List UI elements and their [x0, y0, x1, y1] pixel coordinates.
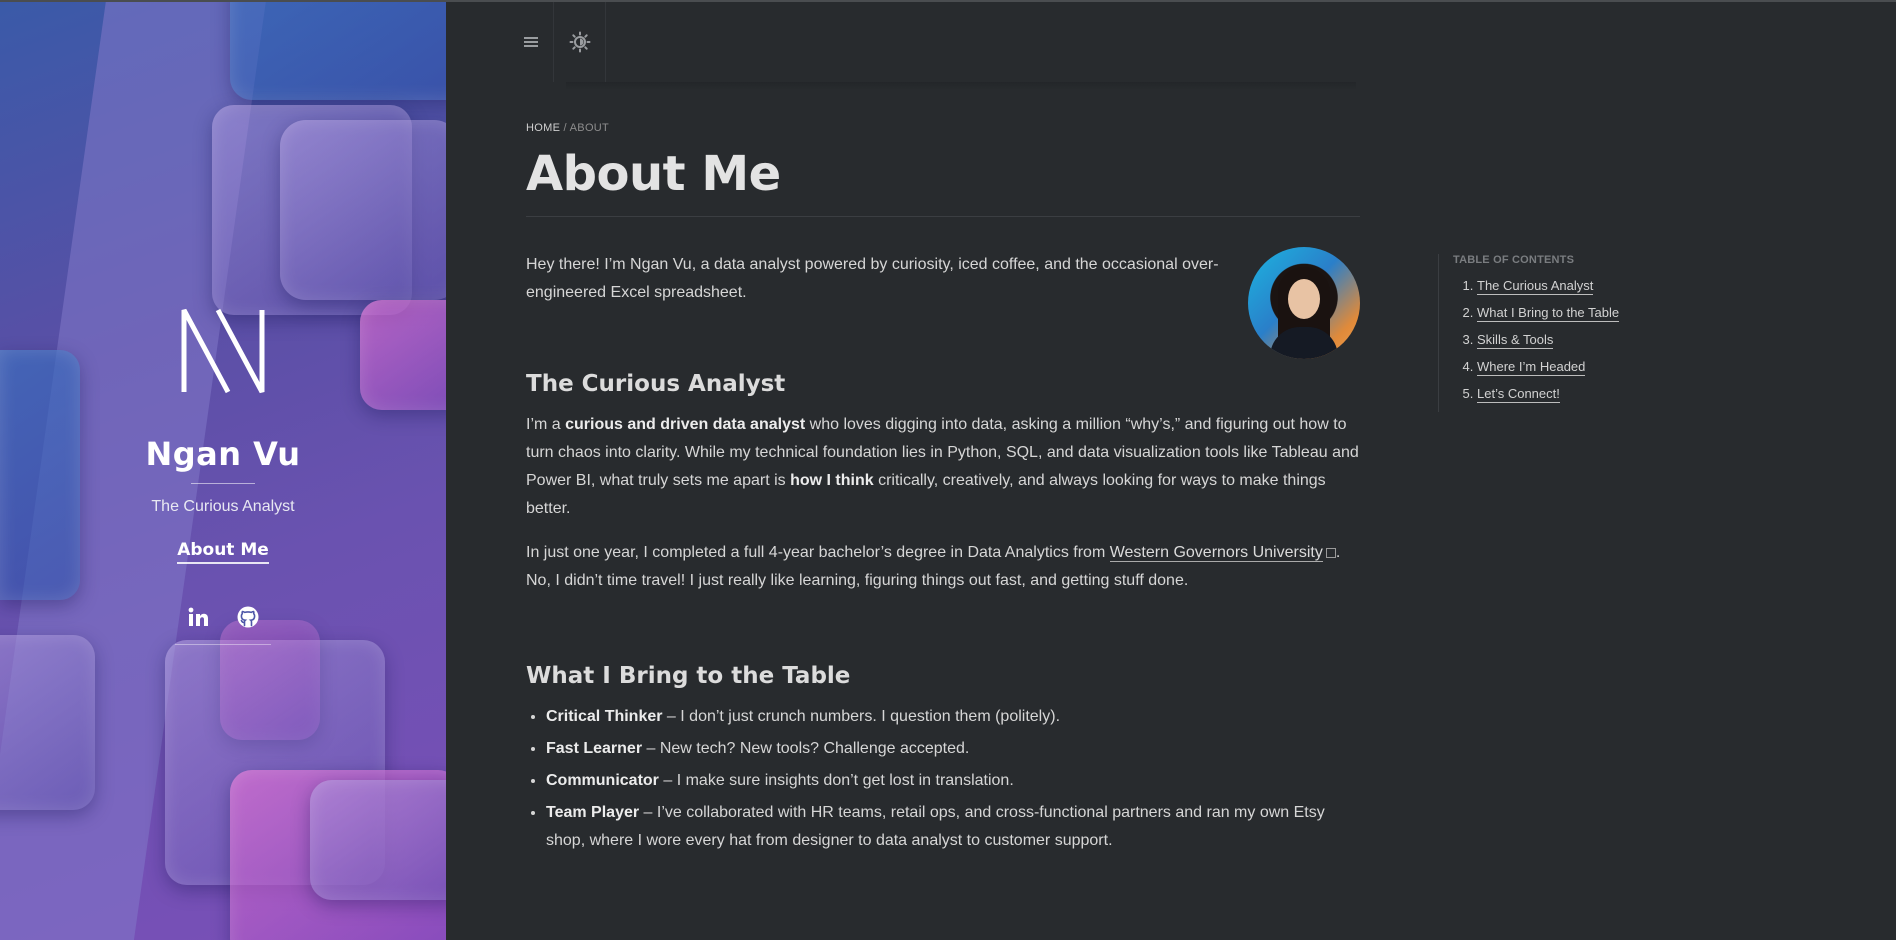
toc-item-lets-connect[interactable]: Let’s Connect! [1477, 380, 1619, 407]
heading-bring-to-table: What I Bring to the Table [526, 663, 851, 689]
toc-item-bring-to-table[interactable]: What I Bring to the Table [1477, 299, 1620, 326]
sidebar: Ngan Vu The Curious Analyst About Me [0, 0, 446, 940]
linkedin-icon[interactable] [185, 604, 211, 630]
title-divider [526, 216, 1360, 217]
page-title: About Me [526, 146, 781, 202]
toc-title: TABLE OF CONTENTS [1453, 254, 1575, 266]
window-top-border [0, 0, 1896, 2]
external-link-icon [1325, 548, 1336, 558]
toolbar [508, 2, 606, 82]
site-name[interactable]: Ngan Vu [0, 435, 446, 473]
profile-photo [1248, 247, 1360, 359]
theme-toggle-icon [569, 31, 590, 53]
toc-item-skills-tools[interactable]: Skills & Tools [1477, 326, 1619, 353]
breadcrumb-home-link[interactable]: HOME [526, 122, 560, 134]
intro-paragraph: Hey there! I’m Ngan Vu, a data analyst p… [526, 256, 1219, 301]
profile-card: Ngan Vu The Curious Analyst About Me [0, 300, 446, 645]
intro-block: Hey there! I’m Ngan Vu, a data analyst p… [526, 247, 1360, 359]
table-of-contents: TABLE OF CONTENTS The Curious Analyst Wh… [1438, 254, 1620, 412]
social-divider [175, 644, 271, 645]
github-icon[interactable] [235, 604, 261, 630]
breadcrumb-current: ABOUT [569, 122, 610, 134]
breadcrumb: HOME / ABOUT [526, 122, 1360, 134]
list-item: Fast Learner – New tech? New tools? Chal… [546, 735, 1360, 763]
site-tagline: The Curious Analyst [151, 498, 295, 515]
breadcrumb-separator: / [560, 122, 570, 134]
toc-item-curious-analyst[interactable]: The Curious Analyst [1477, 272, 1619, 299]
toolbar-shadow [566, 82, 1356, 90]
nav-about-link[interactable]: About Me [177, 540, 269, 564]
site-logo[interactable] [178, 300, 268, 395]
list-item: Communicator – I make sure insights don’… [546, 767, 1360, 795]
main-content: HOME / ABOUT About Me Hey there! I’m Nga… [446, 0, 1896, 940]
curious-paragraph-2: In just one year, I completed a full 4-y… [526, 544, 1341, 589]
theme-toggle-button[interactable] [554, 2, 606, 82]
article: HOME / ABOUT About Me Hey there! I’m Nga… [526, 122, 1360, 859]
menu-icon [523, 37, 538, 47]
list-item: Critical Thinker – I don’t just crunch n… [546, 703, 1360, 731]
name-divider [191, 483, 255, 484]
menu-button[interactable] [508, 2, 554, 82]
curious-paragraph-1: I’m a curious and driven data analyst wh… [526, 416, 1359, 517]
wgu-link[interactable]: Western Governors University [1109, 544, 1323, 562]
list-item: Team Player – I’ve collaborated with HR … [546, 799, 1360, 855]
social-links [0, 604, 446, 630]
heading-curious-analyst: The Curious Analyst [526, 371, 786, 397]
toc-item-where-headed[interactable]: Where I’m Headed [1477, 353, 1619, 380]
traits-list: Critical Thinker – I don’t just crunch n… [526, 703, 1360, 855]
